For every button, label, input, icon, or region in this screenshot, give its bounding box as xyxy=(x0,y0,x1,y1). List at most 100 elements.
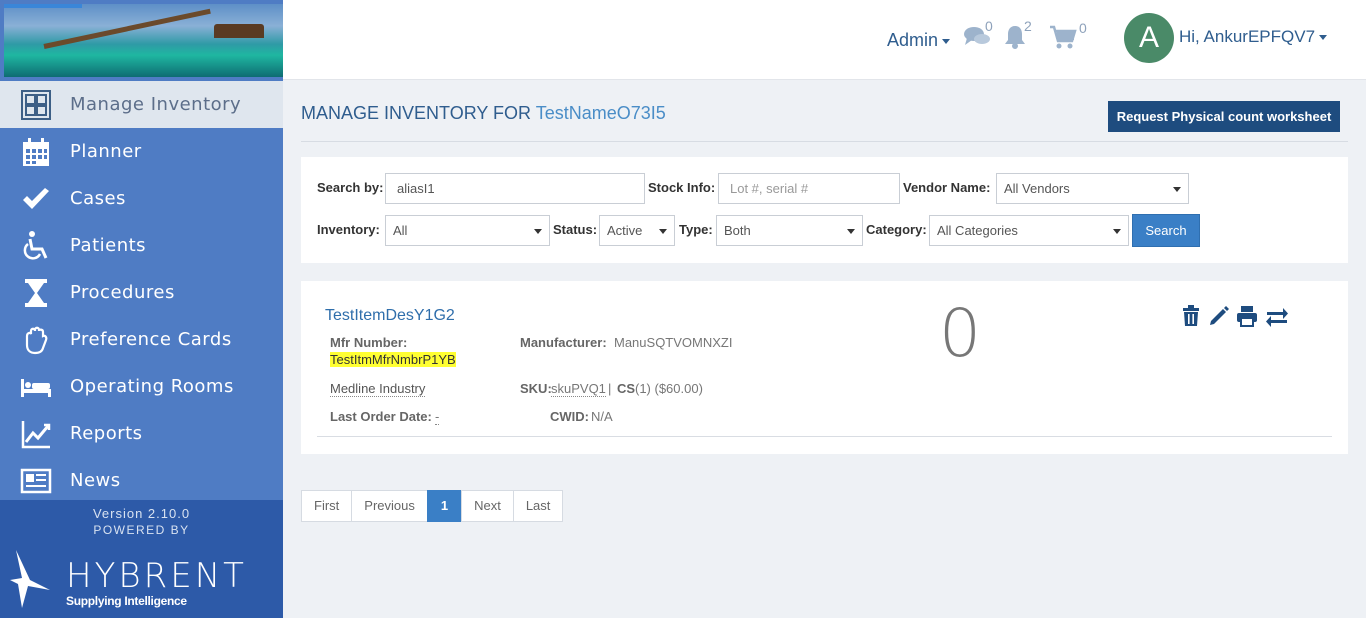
notifications-count: 2 xyxy=(1024,18,1032,34)
pagination-current-page[interactable]: 1 xyxy=(426,490,463,522)
sidebar-item-label: Cases xyxy=(70,188,126,209)
hybrent-bird-icon xyxy=(10,550,50,608)
avatar[interactable]: A xyxy=(1124,13,1174,63)
logo-pier xyxy=(43,8,211,49)
stock-info-label: Stock Info: xyxy=(648,180,716,195)
cart-count: 0 xyxy=(1079,20,1087,36)
sidebar-item-news[interactable]: News xyxy=(0,457,283,504)
hybrent-logo: HYBRENT Supplying Intelligence xyxy=(10,550,270,610)
cwid-label: CWID: xyxy=(550,409,589,424)
mfr-number-label: Mfr Number: xyxy=(330,335,408,350)
printer-icon xyxy=(1237,306,1257,327)
admin-menu[interactable]: Admin xyxy=(887,30,951,51)
admin-label: Admin xyxy=(887,30,939,50)
calendar-icon xyxy=(0,128,70,175)
bed-icon xyxy=(0,363,70,410)
manufacturer-label: Manufacturer: xyxy=(520,335,607,350)
pagination: First Previous 1 Next Last xyxy=(301,490,564,522)
messages-count: 0 xyxy=(985,18,993,34)
vendor-name[interactable]: Medline Industry xyxy=(330,381,426,397)
inventory-item-card: TestItemDesY1G2 Mfr Number: TestItmMfrNm… xyxy=(301,281,1348,454)
stock-info-input[interactable]: Lot #, serial # xyxy=(718,173,900,204)
user-greeting: Hi, AnkurEPFQV7 xyxy=(1179,27,1316,46)
transfer-arrows-icon xyxy=(1266,308,1288,327)
top-header: Admin 0 2 0 A Hi, AnkurEPFQV7 xyxy=(283,0,1366,80)
newspaper-icon xyxy=(0,457,70,504)
sidebar-item-procedures[interactable]: Procedures xyxy=(0,269,283,316)
sidebar-item-label: Operating Rooms xyxy=(70,376,234,397)
sidebar-item-label: Planner xyxy=(70,141,142,162)
sidebar-item-label: Procedures xyxy=(70,282,175,303)
powered-by-text: POWERED BY xyxy=(93,523,190,537)
item-description-link[interactable]: TestItemDesY1G2 xyxy=(325,307,455,325)
sidebar-item-reports[interactable]: Reports xyxy=(0,410,283,457)
sidebar-item-label: Reports xyxy=(70,423,143,444)
pagination-first[interactable]: First xyxy=(301,490,353,522)
page-title-prefix: MANAGE INVENTORY FOR xyxy=(301,103,532,123)
sidebar-menu: Manage Inventory Planner Cases Patients … xyxy=(0,81,283,504)
checkmark-icon xyxy=(0,175,70,222)
page-title: MANAGE INVENTORY FOR TestNameO73I5 xyxy=(301,103,666,124)
vendor-select[interactable]: All Vendors xyxy=(996,173,1189,204)
sidebar-item-label: Patients xyxy=(70,235,147,256)
user-menu[interactable]: Hi, AnkurEPFQV7 xyxy=(1179,27,1328,47)
chart-line-icon xyxy=(0,410,70,457)
sidebar-item-label: Preference Cards xyxy=(70,329,232,350)
sidebar: Manage Inventory Planner Cases Patients … xyxy=(0,0,283,618)
shopping-cart-icon xyxy=(1050,25,1077,49)
category-label: Category: xyxy=(866,222,927,237)
page-title-link[interactable]: TestNameO73I5 xyxy=(536,103,666,123)
sidebar-item-patients[interactable]: Patients xyxy=(0,222,283,269)
pencil-icon xyxy=(1210,306,1229,325)
sku-label: SKU: xyxy=(520,381,552,396)
manufacturer-value: ManuSQTVOMNXZI xyxy=(614,335,733,350)
sidebar-item-cases[interactable]: Cases xyxy=(0,175,283,222)
divider xyxy=(317,436,1332,437)
hand-icon xyxy=(0,316,70,363)
edit-button[interactable] xyxy=(1208,305,1230,327)
chevron-down-icon xyxy=(1319,35,1328,41)
uom-label: CS xyxy=(617,381,636,396)
vendor-name-label: Vendor Name: xyxy=(903,180,991,195)
filter-panel: Search by: aliasI1 Stock Info: Lot #, se… xyxy=(301,157,1348,263)
sidebar-footer: Version 2.10.0 POWERED BY HYBRENT Supply… xyxy=(0,500,283,618)
inventory-icon xyxy=(0,81,70,128)
logo[interactable] xyxy=(4,4,283,77)
cart-button[interactable] xyxy=(1049,24,1079,50)
sidebar-item-preference-cards[interactable]: Preference Cards xyxy=(0,316,283,363)
pagination-previous[interactable]: Previous xyxy=(351,490,428,522)
sku-value[interactable]: skuPVQ1 xyxy=(551,381,606,397)
separator: | xyxy=(608,381,612,396)
status-select[interactable]: Active xyxy=(599,215,675,246)
sidebar-item-planner[interactable]: Planner xyxy=(0,128,283,175)
type-select[interactable]: Both xyxy=(716,215,863,246)
search-by-input[interactable]: aliasI1 xyxy=(385,173,645,204)
pagination-next[interactable]: Next xyxy=(461,490,514,522)
sidebar-item-operating-rooms[interactable]: Operating Rooms xyxy=(0,363,283,410)
last-order-date-value[interactable]: - xyxy=(435,409,440,425)
transfer-button[interactable] xyxy=(1265,305,1288,327)
status-label: Status: xyxy=(553,222,598,237)
version-text: Version 2.10.0 xyxy=(92,506,191,521)
print-button[interactable] xyxy=(1236,305,1258,327)
delete-button[interactable] xyxy=(1181,305,1203,327)
wheelchair-icon xyxy=(0,222,70,269)
search-by-label: Search by: xyxy=(317,180,384,195)
request-physical-count-button[interactable]: Request Physical count worksheet xyxy=(1108,101,1340,132)
pagination-last[interactable]: Last xyxy=(512,490,564,522)
type-label: Type: xyxy=(679,222,713,237)
category-select[interactable]: All Categories xyxy=(929,215,1129,246)
trash-icon xyxy=(1183,305,1199,326)
sidebar-item-label: Manage Inventory xyxy=(70,94,242,115)
brand-name: HYBRENT xyxy=(66,556,247,596)
inventory-label: Inventory: xyxy=(317,222,380,237)
divider xyxy=(301,141,1348,142)
inventory-select[interactable]: All xyxy=(385,215,550,246)
hourglass-icon xyxy=(0,269,70,316)
mfr-number-value: TestItmMfrNmbrP1YB xyxy=(330,352,456,367)
search-button[interactable]: Search xyxy=(1132,214,1200,247)
sidebar-item-manage-inventory[interactable]: Manage Inventory xyxy=(0,81,283,128)
chevron-down-icon xyxy=(942,38,951,44)
logo-hut xyxy=(214,24,264,38)
logo-accent xyxy=(4,4,82,8)
